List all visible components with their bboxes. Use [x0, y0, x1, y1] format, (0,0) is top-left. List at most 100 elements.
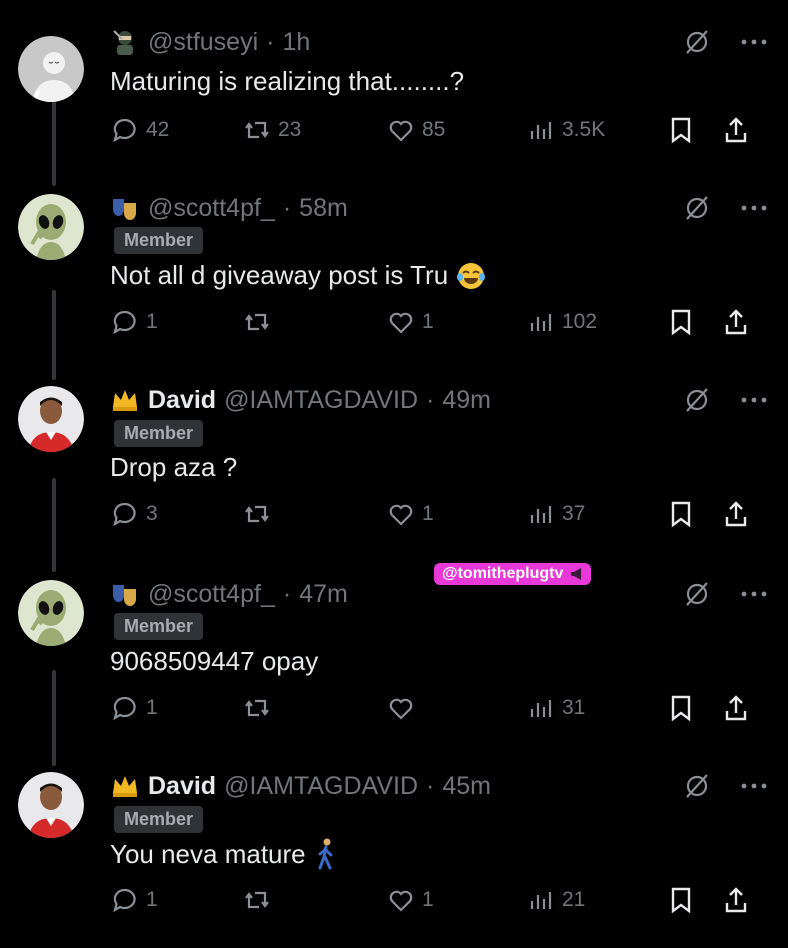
post-text-content: 9068509447 opay [110, 646, 319, 676]
reply-button[interactable]: 1 [110, 304, 158, 340]
post-text: Drop aza ? [110, 452, 237, 483]
views-button[interactable]: 3.5K [526, 112, 605, 148]
grok-icon[interactable] [682, 385, 712, 415]
reply-count: 3 [146, 502, 158, 525]
like-button[interactable] [386, 690, 422, 726]
share-icon[interactable] [722, 115, 750, 145]
member-badge: Member [114, 806, 204, 833]
separator-dot: · [266, 27, 275, 56]
reply-icon [113, 696, 136, 721]
repost-button[interactable] [242, 304, 278, 340]
post-time[interactable]: 58m [299, 194, 348, 223]
user-handle[interactable]: @scott4pf_ [148, 580, 275, 609]
display-name[interactable]: David [148, 386, 216, 415]
reply-button[interactable]: 1 [110, 690, 158, 726]
like-count: 1 [422, 310, 434, 333]
heart-icon [389, 120, 413, 142]
mask-emoji-icon [110, 193, 140, 223]
person-avatar-icon [18, 772, 84, 838]
repost-button[interactable]: 23 [242, 112, 301, 148]
post-actions: 1 31 [110, 690, 770, 726]
alien-avatar-icon [18, 580, 84, 646]
person-avatar-icon [18, 386, 84, 452]
reply-button[interactable]: 42 [110, 112, 169, 148]
repost-button[interactable] [242, 882, 278, 918]
post-text: Not all d giveaway post is Tru [110, 260, 486, 291]
bookmark-icon[interactable] [668, 307, 694, 337]
post-time[interactable]: 49m [442, 386, 491, 415]
more-options-icon[interactable] [740, 781, 768, 791]
user-handle[interactable]: @IAMTAGDAVID [224, 386, 418, 415]
like-count: 1 [422, 888, 434, 911]
post[interactable]: @scott4pf_ · 58m Member Not all d giveaw… [0, 190, 788, 340]
post-header: @scott4pf_ · 58m [110, 190, 348, 226]
post-time[interactable]: 1h [282, 28, 310, 57]
avatar[interactable] [18, 36, 84, 102]
mask-emoji-icon [110, 579, 140, 609]
like-button[interactable]: 1 [386, 496, 434, 532]
views-chart-icon [530, 122, 552, 139]
user-handle[interactable]: @IAMTAGDAVID [224, 772, 418, 801]
reply-button[interactable]: 3 [110, 496, 158, 532]
more-options-icon[interactable] [740, 203, 768, 213]
bookmark-icon[interactable] [668, 499, 694, 529]
share-icon[interactable] [722, 693, 750, 723]
post[interactable]: @stfuseyi · 1h Maturing is realizing tha… [0, 24, 788, 154]
post-time[interactable]: 45m [442, 772, 491, 801]
view-count: 37 [562, 502, 586, 525]
like-button[interactable]: 1 [386, 882, 434, 918]
post[interactable]: David @IAMTAGDAVID · 49m Member Drop aza… [0, 382, 788, 532]
separator-dot: · [426, 771, 435, 800]
reply-icon [113, 888, 136, 913]
views-button[interactable]: 37 [526, 496, 585, 532]
view-count: 31 [562, 696, 586, 719]
separator-dot: · [426, 385, 435, 414]
repost-button[interactable] [242, 496, 278, 532]
post-tools [668, 882, 750, 918]
post[interactable]: David @IAMTAGDAVID · 45m Member You neva… [0, 768, 788, 918]
grok-icon[interactable] [682, 579, 712, 609]
avatar[interactable] [18, 772, 84, 838]
post-top-tools [682, 382, 768, 418]
post-actions: 1 1 102 [110, 304, 770, 340]
bookmark-icon[interactable] [668, 115, 694, 145]
crown-emoji-icon [110, 385, 140, 415]
views-button[interactable]: 102 [526, 304, 597, 340]
repost-button[interactable] [242, 690, 278, 726]
views-button[interactable]: 21 [526, 882, 585, 918]
post-header: David @IAMTAGDAVID · 49m [110, 382, 491, 418]
bookmark-icon[interactable] [668, 693, 694, 723]
share-icon[interactable] [722, 885, 750, 915]
share-icon[interactable] [722, 499, 750, 529]
grok-icon[interactable] [682, 27, 712, 57]
more-options-icon[interactable] [740, 395, 768, 405]
views-button[interactable]: 31 [526, 690, 585, 726]
grok-icon[interactable] [682, 193, 712, 223]
bookmark-icon[interactable] [668, 885, 694, 915]
walking-person-emoji-icon [318, 838, 333, 870]
avatar[interactable] [18, 580, 84, 646]
like-button[interactable]: 1 [386, 304, 434, 340]
share-icon[interactable] [722, 307, 750, 337]
display-name[interactable]: David [148, 772, 216, 801]
like-button[interactable]: 85 [386, 112, 445, 148]
more-options-icon[interactable] [740, 37, 768, 47]
user-handle[interactable]: @stfuseyi [148, 28, 258, 57]
repost-icon [245, 313, 269, 331]
reply-count: 1 [146, 696, 158, 719]
post-top-tools [682, 24, 768, 60]
post[interactable]: @scott4pf_ · 47m Member 9068509447 opay … [0, 576, 788, 726]
avatar[interactable] [18, 386, 84, 452]
post-header: @stfuseyi · 1h [110, 24, 310, 60]
more-options-icon[interactable] [740, 589, 768, 599]
grok-icon[interactable] [682, 771, 712, 801]
reply-button[interactable]: 1 [110, 882, 158, 918]
view-count: 102 [562, 310, 598, 333]
reply-icon [113, 118, 136, 143]
post-time[interactable]: 47m [299, 580, 348, 609]
member-badge: Member [114, 227, 204, 254]
avatar[interactable] [18, 194, 84, 260]
reply-icon [113, 502, 136, 527]
separator-dot: · [282, 579, 292, 608]
user-handle[interactable]: @scott4pf_ [148, 194, 275, 223]
